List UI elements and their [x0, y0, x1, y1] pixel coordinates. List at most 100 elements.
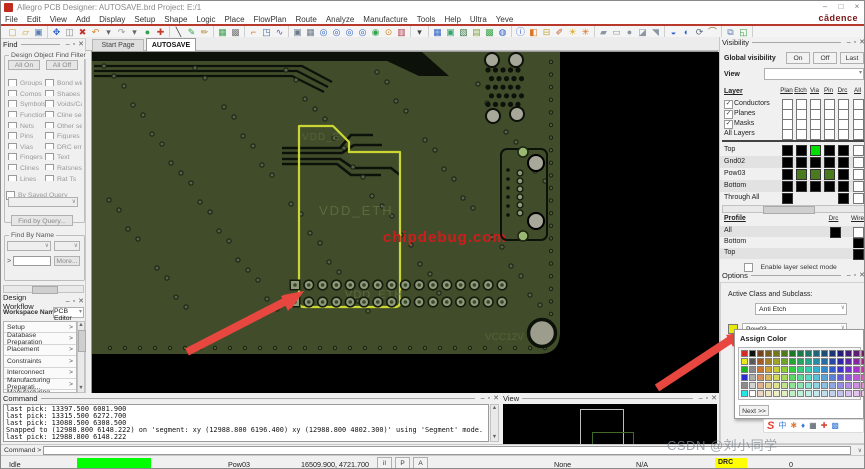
layer-visibility-cell[interactable]: [782, 145, 793, 156]
palette-swatch[interactable]: [789, 350, 796, 357]
palette-swatch[interactable]: [773, 350, 780, 357]
filter-groups[interactable]: Groups: [8, 75, 45, 86]
view-minimap[interactable]: [503, 404, 717, 444]
palette-swatch[interactable]: [829, 366, 836, 373]
palette-swatch[interactable]: [821, 390, 828, 397]
ime-logo-icon[interactable]: S: [767, 420, 774, 432]
palette-swatch[interactable]: [805, 358, 812, 365]
saved-query-dropdown[interactable]: ∨: [8, 197, 78, 207]
palette-swatch[interactable]: [829, 390, 836, 397]
drc-indicator[interactable]: DRC: [715, 458, 747, 469]
tab-autosave[interactable]: AUTOSAVE: [146, 38, 196, 51]
more-button[interactable]: More...: [54, 256, 80, 266]
palette-swatch[interactable]: [789, 374, 796, 381]
menu-place[interactable]: Place: [225, 15, 245, 24]
palette-swatch[interactable]: [757, 382, 764, 389]
layer-visibility-cell[interactable]: [810, 129, 821, 140]
palette-swatch[interactable]: [845, 366, 852, 373]
palette-swatch[interactable]: [773, 390, 780, 397]
layer-visibility-cell[interactable]: [824, 181, 835, 192]
ime-grid-icon[interactable]: ▩: [831, 420, 839, 432]
menu-analyze[interactable]: Analyze: [326, 15, 354, 24]
filter-drc-errors[interactable]: DRC errors: [45, 139, 82, 150]
panel-float-icon[interactable]: ▫: [854, 272, 856, 280]
palette-swatch[interactable]: [797, 382, 804, 389]
status-button-p[interactable]: P: [395, 457, 410, 469]
palette-swatch[interactable]: [765, 358, 772, 365]
panel-close-icon[interactable]: ✕: [859, 39, 865, 47]
menu-help[interactable]: Help: [444, 15, 460, 24]
palette-swatch[interactable]: [813, 374, 820, 381]
panel-float-icon[interactable]: ▫: [488, 395, 490, 403]
palette-swatch[interactable]: [813, 382, 820, 389]
filter-bond-wires[interactable]: Bond wires: [45, 75, 82, 86]
status-button-il[interactable]: il: [377, 457, 392, 469]
menu-tools[interactable]: Tools: [417, 15, 436, 24]
visibility-col-etch[interactable]: Etch: [793, 87, 808, 94]
palette-swatch[interactable]: [837, 382, 844, 389]
close-icon[interactable]: ×: [850, 2, 864, 12]
menu-ultra[interactable]: Ultra: [470, 15, 487, 24]
palette-swatch[interactable]: [773, 374, 780, 381]
palette-swatch[interactable]: [813, 390, 820, 397]
palette-swatch[interactable]: [813, 350, 820, 357]
palette-swatch[interactable]: [837, 358, 844, 365]
copy-icon[interactable]: ◫: [63, 26, 76, 38]
filter-ratsnests[interactable]: Ratsnests: [45, 160, 82, 171]
visibility-col-via[interactable]: Via: [807, 87, 822, 94]
panel-minimize-icon[interactable]: –: [66, 41, 70, 49]
view-dropdown[interactable]: ▾: [764, 68, 864, 80]
palette-swatch[interactable]: [845, 390, 852, 397]
next-button[interactable]: Next >>: [739, 405, 769, 416]
panel-minimize-icon[interactable]: –: [699, 395, 703, 403]
palette-swatch[interactable]: [821, 358, 828, 365]
status-button-a[interactable]: A: [413, 457, 428, 469]
palette-swatch[interactable]: [773, 366, 780, 373]
workspace-dropdown[interactable]: PCB Editor▾: [53, 307, 84, 318]
layer-visibility-cell[interactable]: [796, 169, 807, 180]
layer-visibility-cell[interactable]: [810, 145, 821, 156]
palette-swatch[interactable]: [861, 390, 865, 397]
layer-visibility-cell[interactable]: [853, 169, 864, 180]
checkbox-icon[interactable]: ✓: [724, 120, 733, 129]
palette-swatch[interactable]: [805, 390, 812, 397]
palette-swatch[interactable]: [837, 374, 844, 381]
options-panel-titlebar[interactable]: Options – ▫ ✕: [720, 271, 865, 280]
palette-swatch[interactable]: [789, 366, 796, 373]
palette-swatch[interactable]: [805, 382, 812, 389]
palette-swatch[interactable]: [813, 366, 820, 373]
palette-swatch[interactable]: [789, 390, 796, 397]
filter-shapes[interactable]: Shapes: [45, 86, 82, 97]
palette-swatch[interactable]: [781, 366, 788, 373]
view-panel-titlebar[interactable]: View – ▫ ✕: [501, 394, 719, 403]
panel-float-icon[interactable]: ▫: [73, 41, 75, 49]
palette-swatch[interactable]: [861, 382, 865, 389]
filter-comps[interactable]: Comps: [8, 86, 45, 97]
ime-shape-icon[interactable]: ✱: [790, 420, 797, 432]
palette-swatch[interactable]: [773, 358, 780, 365]
visibility-panel-titlebar[interactable]: Visibility – ▫ ✕: [720, 38, 865, 47]
all-on-button[interactable]: All On: [8, 60, 40, 70]
layer-visibility-cell[interactable]: [782, 157, 793, 168]
command-history-dropdown-icon[interactable]: ∨: [858, 447, 862, 454]
panel-minimize-icon[interactable]: –: [66, 298, 70, 306]
palette-swatch[interactable]: [781, 358, 788, 365]
palette-swatch[interactable]: [789, 382, 796, 389]
menu-add[interactable]: Add: [76, 15, 90, 24]
pcb-canvas[interactable]: VDD_EVDD_ETHVDD_ETHVCC12Vchipdebug.com: [91, 51, 718, 393]
layer-visibility-cell[interactable]: [853, 145, 864, 156]
palette-swatch[interactable]: [845, 374, 852, 381]
layer-visibility-cell[interactable]: [853, 157, 864, 168]
profile-cell-wire[interactable]: [853, 249, 864, 260]
palette-swatch[interactable]: [797, 390, 804, 397]
palette-swatch[interactable]: [741, 366, 748, 373]
palette-swatch[interactable]: [813, 358, 820, 365]
workflow-item-constraints[interactable]: Constraints>: [4, 356, 76, 367]
layer-visibility-cell[interactable]: [838, 145, 849, 156]
all-off-button[interactable]: All Off: [46, 60, 78, 70]
menu-yeve[interactable]: Yeve: [496, 15, 514, 24]
panel-float-icon[interactable]: ▫: [706, 395, 708, 403]
palette-swatch[interactable]: [861, 374, 865, 381]
palette-swatch[interactable]: [829, 382, 836, 389]
palette-swatch[interactable]: [853, 366, 860, 373]
